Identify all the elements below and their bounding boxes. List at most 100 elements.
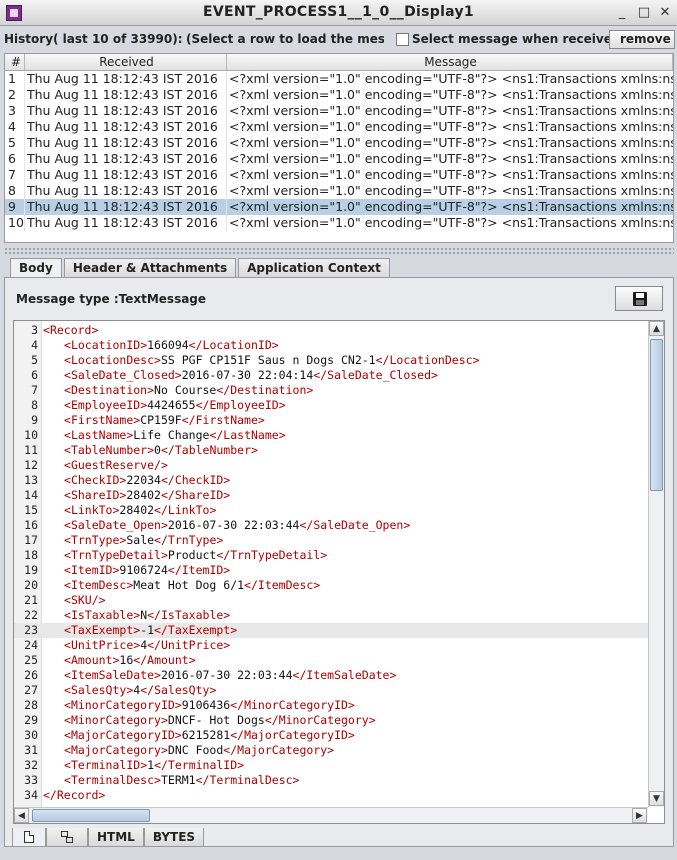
tag-bracket: > [223, 563, 231, 577]
line-number: 4 [31, 338, 38, 352]
tab-html[interactable]: HTML [88, 828, 144, 847]
minimize-icon[interactable]: _ [614, 5, 630, 21]
horizontal-scroll-thumb[interactable] [32, 809, 150, 822]
tag-bracket: > [223, 638, 231, 652]
select-when-received-checkbox[interactable] [396, 33, 409, 46]
code-line: 24 <UnitPrice>4</UnitPrice> [14, 638, 648, 653]
scroll-right-icon[interactable]: ▶ [632, 808, 647, 823]
save-button[interactable] [615, 286, 663, 311]
line-number: 30 [24, 728, 38, 742]
code-line: 21 <SKU/> [14, 593, 648, 608]
column-header-index[interactable]: # [5, 54, 25, 70]
row-received: Thu Aug 11 18:12:43 IST 2016 [25, 151, 227, 167]
tag-value: 2016-07-30 22:03:44 [160, 668, 293, 682]
tag-value: 2016-07-30 22:03:44 [167, 518, 300, 532]
code-lines[interactable]: 3 <Record> 4 <LocationID>166094</LocationID… [14, 323, 648, 803]
line-number: 29 [24, 713, 38, 727]
table-row[interactable]: 3 Thu Aug 11 18:12:43 IST 2016 <?xml versi… [5, 103, 673, 119]
table-row[interactable]: 1 Thu Aug 11 18:12:43 IST 2016 <?xml versi… [5, 71, 673, 87]
tag-bracket: > [223, 473, 231, 487]
close-tag-name: SaleDate_Closed [327, 368, 432, 382]
tab-text-view[interactable] [12, 828, 46, 847]
close-icon[interactable]: ✕ [657, 5, 673, 21]
xml-editor[interactable]: 3 <Record> 4 <LocationID>166094</LocationID… [13, 320, 665, 824]
remove-button[interactable]: remove ... [609, 30, 675, 49]
tab-bytes[interactable]: BYTES [143, 828, 205, 847]
open-tag-name: LocationDesc [70, 353, 155, 367]
open-tag-name: TerminalDesc [70, 773, 155, 787]
document-icon [24, 831, 34, 843]
tab-header-attachments[interactable]: Header & Attachments [63, 258, 237, 277]
vertical-scrollbar[interactable]: ▲ ▼ [648, 321, 664, 807]
row-received: Thu Aug 11 18:12:43 IST 2016 [25, 119, 227, 135]
line-number: 28 [24, 698, 38, 712]
tag-bracket: > [230, 623, 238, 637]
tag-bracket: > [320, 548, 328, 562]
vertical-scroll-thumb[interactable] [650, 339, 663, 491]
code-line: 18 <TrnTypeDetail>Product</TrnTypeDetail> [14, 548, 648, 563]
tag-name: Record [49, 323, 92, 337]
xml-element: <FirstName>CP159F</FirstName> [64, 413, 265, 428]
tag-bracket: > [209, 683, 217, 697]
tag-bracket: </ [195, 398, 210, 412]
tab-application-context[interactable]: Application Context [238, 258, 390, 277]
maximize-icon[interactable]: □ [636, 5, 652, 21]
tag-name: Record [56, 788, 99, 802]
tag-bracket: > [160, 518, 168, 532]
row-index: 4 [5, 119, 25, 135]
select-when-received-label[interactable]: Select message when received [412, 32, 620, 46]
xml-element: <LastName>Life Change</LastName> [64, 428, 286, 443]
tag-value: 0 [154, 443, 161, 457]
open-tag-name: SaleDate_Closed [70, 368, 175, 382]
tab-body[interactable]: Body [10, 258, 62, 277]
tag-bracket: </ [375, 353, 390, 367]
table-row[interactable]: 10 Thu Aug 11 18:12:43 IST 2016 <?xml vers… [5, 215, 673, 231]
table-row[interactable]: 8 Thu Aug 11 18:12:43 IST 2016 <?xml versi… [5, 183, 673, 199]
tag-bracket: > [347, 728, 355, 742]
line-number: 18 [24, 548, 38, 562]
xml-element: <ShareID>28402</ShareID> [64, 488, 230, 503]
tag-value: Sale [126, 533, 155, 547]
scroll-left-icon[interactable]: ◀ [14, 808, 29, 823]
tag-bracket: > [216, 533, 224, 547]
history-bar: History( last 10 of 33990): (Select a ro… [0, 28, 677, 50]
tag-bracket: > [209, 503, 217, 517]
row-received: Thu Aug 11 18:12:43 IST 2016 [25, 199, 227, 215]
table-row[interactable]: 2 Thu Aug 11 18:12:43 IST 2016 <?xml versi… [5, 87, 673, 103]
row-message: <?xml version="1.0" encoding="UTF-8"?> <… [229, 183, 673, 198]
tag-bracket: < [64, 338, 71, 352]
table-row[interactable]: 4 Thu Aug 11 18:12:43 IST 2016 <?xml versi… [5, 119, 673, 135]
tag-bracket: < [64, 443, 71, 457]
code-line: 13 <CheckID>22034</CheckID> [14, 473, 648, 488]
table-row[interactable]: 7 Thu Aug 11 18:12:43 IST 2016 <?xml versi… [5, 167, 673, 183]
line-number: 19 [24, 563, 38, 577]
tag-bracket: </ [147, 608, 161, 622]
xml-element: <TerminalDesc>TERM1</TerminalDesc> [64, 773, 299, 788]
line-number: 32 [24, 758, 38, 772]
code-line: 11 <TableNumber>0</TableNumber> [14, 443, 648, 458]
scroll-down-icon[interactable]: ▼ [649, 791, 664, 806]
split-pane-divider[interactable] [4, 247, 674, 255]
table-row[interactable]: 9 Thu Aug 11 18:12:43 IST 2016 <?xml versi… [5, 199, 673, 215]
column-header-received[interactable]: Received [25, 54, 227, 70]
column-header-message[interactable]: Message [227, 54, 673, 70]
tab-tree-view[interactable] [46, 828, 88, 847]
line-number: 14 [24, 488, 38, 502]
tag-bracket: </ [313, 368, 328, 382]
horizontal-scrollbar[interactable]: ◀ ▶ [14, 807, 648, 823]
scroll-up-icon[interactable]: ▲ [649, 321, 664, 336]
close-tag-name: ItemID [181, 563, 224, 577]
xml-element: <TrnTypeDetail>Product</TrnTypeDetail> [64, 548, 327, 563]
open-tag-name: Destination [70, 383, 148, 397]
table-row[interactable]: 6 Thu Aug 11 18:12:43 IST 2016 <?xml versi… [5, 151, 673, 167]
tag-bracket: > [174, 698, 182, 712]
tag-bracket: </ [188, 338, 203, 352]
close-tag-name: LinkTo [167, 503, 210, 517]
table-row[interactable]: 5 Thu Aug 11 18:12:43 IST 2016 <?xml versi… [5, 135, 673, 151]
tag-value: Product [167, 548, 217, 562]
message-tabs: Body Header & Attachments Application Co… [10, 258, 392, 277]
line-number: 31 [24, 743, 38, 757]
code-line: 4 <LocationID>166094</LocationID> [14, 338, 648, 353]
open-tag-name: MinorCategory [70, 713, 161, 727]
row-message: <?xml version="1.0" encoding="UTF-8"?> <… [229, 119, 673, 134]
